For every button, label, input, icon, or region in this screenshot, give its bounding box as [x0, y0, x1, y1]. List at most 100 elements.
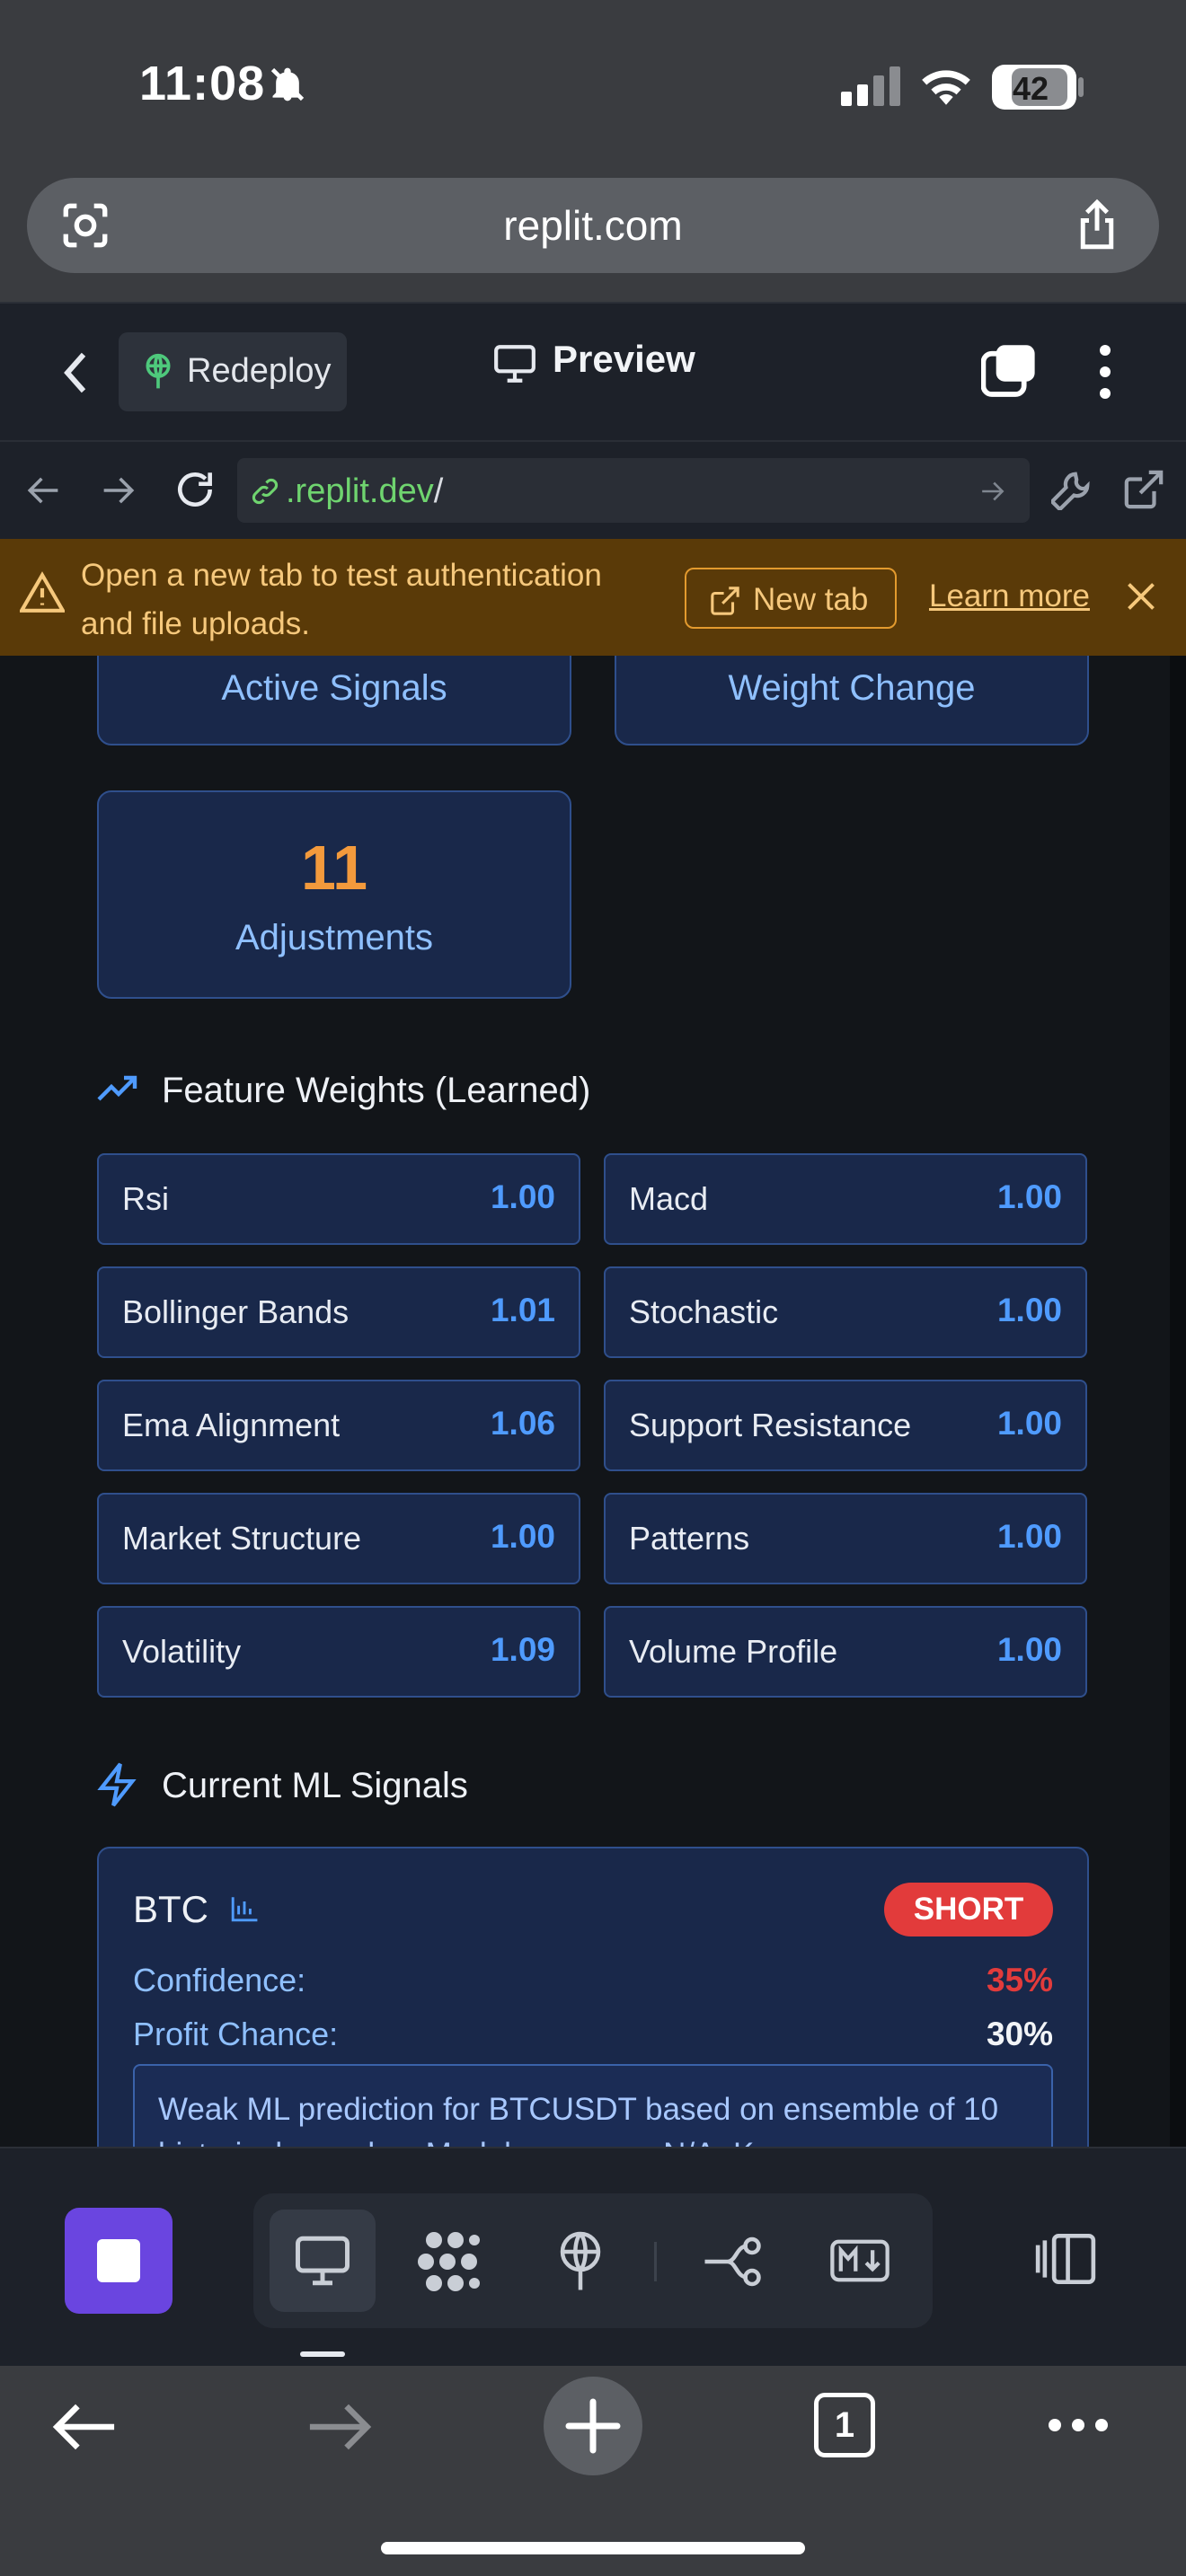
monitor-icon	[492, 343, 537, 384]
close-icon[interactable]	[1125, 580, 1157, 613]
signal-symbol: BTC	[133, 1888, 208, 1930]
warning-icon	[20, 571, 65, 613]
panels-icon[interactable]	[1033, 2233, 1098, 2285]
feature-weight-name: Rsi	[122, 1180, 169, 1217]
feature-weight-item: Bollinger Bands 1.01	[97, 1266, 580, 1358]
auth-warning-banner: Open a new tab to test authentication an…	[0, 539, 1186, 656]
battery-icon: 42	[992, 65, 1076, 110]
feature-weight-item: Macd 1.00	[604, 1153, 1087, 1245]
weight-change-label: Weight Change	[728, 668, 976, 708]
active-tab-indicator	[300, 2351, 345, 2357]
share-icon[interactable]	[1073, 198, 1121, 251]
more-horizontal-icon[interactable]	[1046, 2416, 1111, 2434]
back-chevron-icon[interactable]	[58, 348, 93, 397]
external-link-icon[interactable]	[1123, 469, 1164, 510]
feature-weight-value: 1.00	[996, 1405, 1062, 1442]
more-vertical-icon[interactable]	[1096, 343, 1114, 401]
feature-weight-name: Macd	[629, 1180, 709, 1217]
signal-direction-badge: SHORT	[884, 1883, 1053, 1936]
wrench-icon[interactable]	[1051, 469, 1093, 510]
preview-title: Preview	[553, 338, 695, 380]
confidence-value: 35%	[986, 1962, 1053, 1998]
go-arrow-icon[interactable]	[979, 480, 1006, 503]
feature-weight-value: 1.01	[490, 1292, 555, 1328]
adjustments-label: Adjustments	[235, 918, 434, 957]
safari-url-bar[interactable]: replit.com	[27, 178, 1159, 273]
feature-weight-value: 1.00	[490, 1518, 555, 1555]
redeploy-label: Redeploy	[187, 352, 332, 390]
feature-weight-value: 1.00	[490, 1178, 555, 1215]
reload-icon[interactable]	[173, 467, 217, 512]
stop-icon	[97, 2239, 140, 2282]
preview-address-field[interactable]: .replit.dev/	[237, 458, 1030, 523]
safari-url-text[interactable]: replit.com	[27, 201, 1159, 250]
feature-weight-item: Stochastic 1.00	[604, 1266, 1087, 1358]
adjustments-value: 11	[301, 833, 367, 903]
plus-icon	[565, 2398, 621, 2454]
safari-back-icon[interactable]	[52, 2402, 117, 2452]
battery-level: 42	[1012, 70, 1049, 107]
feature-weight-value: 1.00	[996, 1518, 1062, 1555]
feature-weight-value: 1.00	[996, 1292, 1062, 1328]
feature-weight-item: Patterns 1.00	[604, 1493, 1087, 1584]
stop-button[interactable]	[65, 2208, 173, 2314]
feature-weight-item: Rsi 1.00	[97, 1153, 580, 1245]
address-host: .replit.dev	[286, 472, 434, 510]
new-tab-plus-button[interactable]	[544, 2377, 642, 2475]
feature-weight-name: Support Resistance	[629, 1407, 912, 1443]
deployments-icon[interactable]	[553, 2229, 607, 2292]
home-indicator	[381, 2542, 805, 2554]
markdown-icon[interactable]	[830, 2238, 890, 2283]
safari-top-bar: 11:08 42 replit.com	[0, 0, 1186, 302]
feature-weight-name: Volatility	[122, 1633, 242, 1670]
tabs-switcher-icon[interactable]	[981, 345, 1037, 399]
agent-dots-icon[interactable]	[417, 2229, 483, 2294]
active-signals-card: Active Signals	[97, 656, 571, 745]
profit-chance-label: Profit Chance:	[133, 2016, 339, 2052]
safari-forward-icon[interactable]	[307, 2402, 372, 2452]
profit-chance-value: 30%	[986, 2016, 1053, 2052]
preview-browser-bar: .replit.dev/	[0, 440, 1186, 539]
feature-weight-name: Bollinger Bands	[122, 1293, 350, 1330]
feature-weight-value: 1.09	[490, 1631, 555, 1668]
external-link-icon	[710, 586, 740, 616]
adjustments-card: 11 Adjustments	[97, 790, 571, 999]
feature-weight-name: Stochastic	[629, 1293, 779, 1330]
app-preview-content: Active Signals Weight Change 11 Adjustme…	[0, 656, 1186, 2147]
scroll-track	[1170, 656, 1186, 2147]
trending-up-icon	[97, 1072, 140, 1105]
signal-reason-text: Weak ML prediction for BTCUSDT based on …	[158, 2092, 999, 2147]
preview-monitor-icon	[293, 2233, 352, 2289]
tabs-count-button[interactable]: 1	[814, 2393, 875, 2457]
feature-weight-item: Volume Profile 1.00	[604, 1606, 1087, 1698]
nav-back-icon[interactable]	[25, 474, 61, 507]
ml-signals-title: Current ML Signals	[162, 1766, 468, 1805]
deploy-icon	[140, 352, 176, 392]
feature-weight-item: Volatility 1.09	[97, 1606, 580, 1698]
nav-forward-icon[interactable]	[101, 474, 137, 507]
git-branch-icon[interactable]	[703, 2235, 766, 2289]
link-icon	[250, 476, 280, 507]
feature-weight-name: Ema Alignment	[122, 1407, 341, 1443]
feature-weight-value: 1.06	[490, 1405, 555, 1442]
feature-weight-value: 1.00	[996, 1631, 1062, 1668]
address-path: /	[433, 472, 444, 510]
feature-weight-name: Market Structure	[122, 1520, 362, 1557]
learn-more-link[interactable]: Learn more	[929, 578, 1090, 614]
cellular-signal-icon	[841, 66, 900, 106]
banner-message: Open a new tab to test authentication an…	[81, 558, 602, 641]
bar-chart-icon[interactable]	[230, 1895, 259, 1922]
feature-weight-name: Volume Profile	[629, 1633, 838, 1670]
redeploy-button[interactable]: Redeploy	[119, 332, 347, 411]
feature-weight-item: Support Resistance 1.00	[604, 1380, 1087, 1471]
safari-bottom-bar: 1	[0, 2366, 1186, 2576]
active-signals-label: Active Signals	[221, 668, 447, 708]
feature-weight-value: 1.00	[996, 1178, 1062, 1215]
status-time: 11:08	[139, 57, 266, 110]
new-tab-button[interactable]: New tab	[685, 568, 897, 629]
bell-off-icon	[268, 65, 307, 104]
feature-weights-title: Feature Weights (Learned)	[162, 1071, 591, 1110]
feature-weight-item: Market Structure 1.00	[97, 1493, 580, 1584]
signal-card[interactable]: BTC SHORT Confidence: 35% Profit Chance:…	[97, 1847, 1089, 2147]
feature-weight-item: Ema Alignment 1.06	[97, 1380, 580, 1471]
